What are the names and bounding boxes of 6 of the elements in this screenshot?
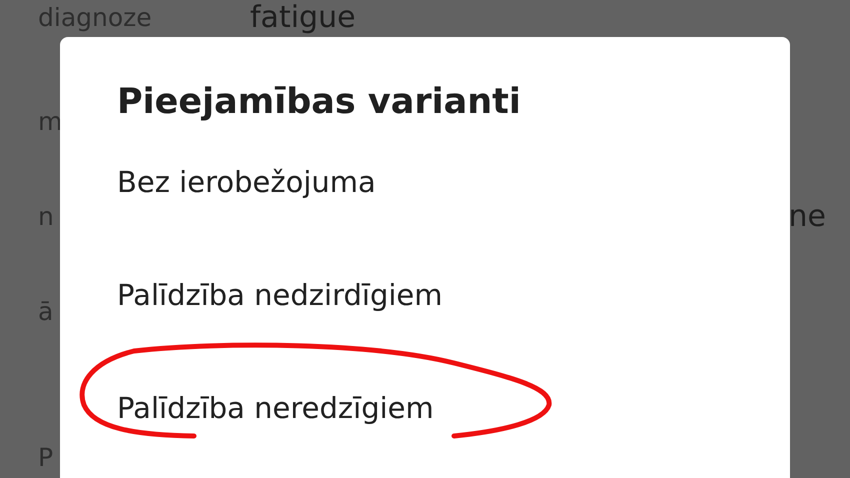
dialog-title: Pieejamības varianti: [117, 81, 522, 124]
option-item[interactable]: Bez ierobežojuma: [117, 162, 376, 202]
option-item[interactable]: Palīdzība nedzirdīgiem: [117, 275, 442, 315]
field-value: ne: [788, 201, 826, 233]
field-value: fatigue: [250, 2, 356, 34]
option-item[interactable]: Palīdzība neredzīgiem: [117, 388, 434, 428]
